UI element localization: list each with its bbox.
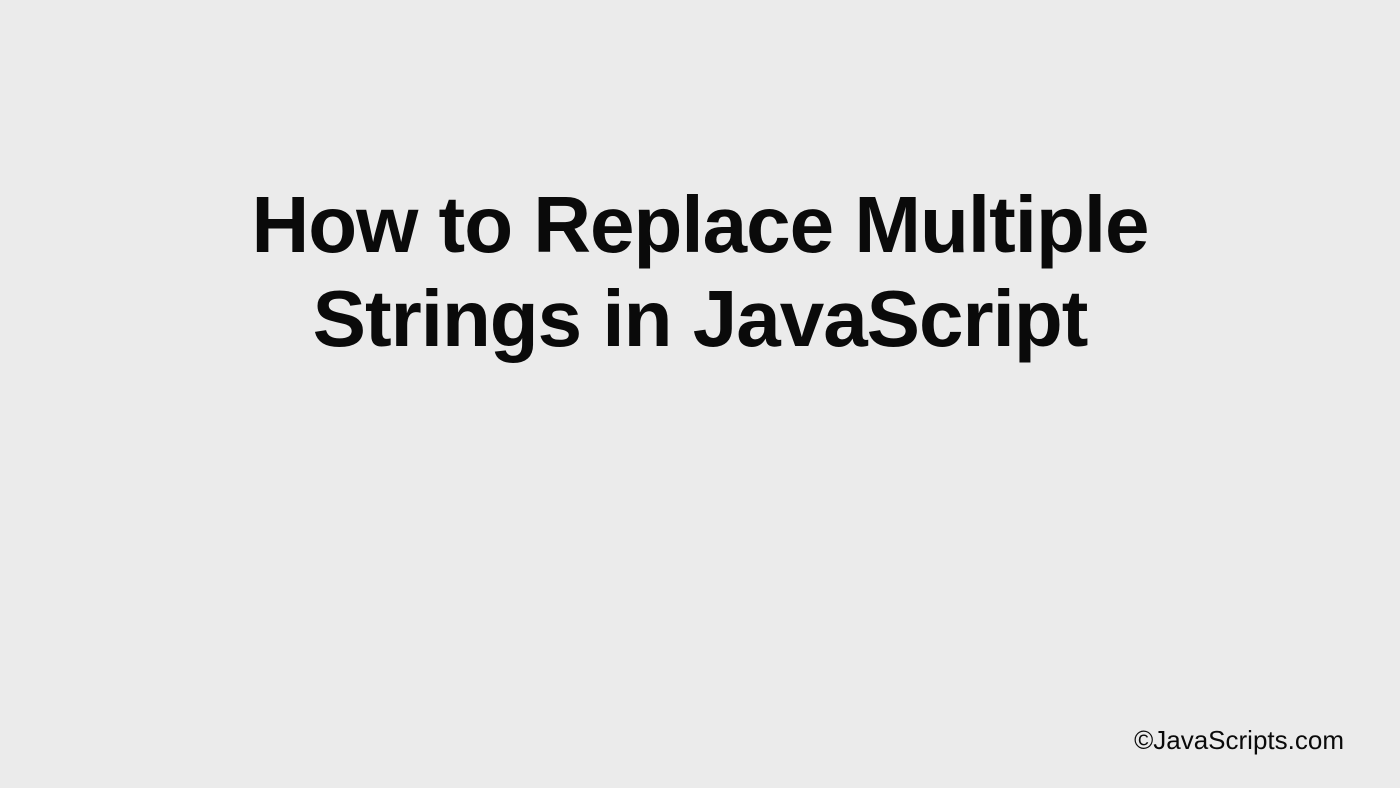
copyright-footer: ©JavaScripts.com <box>1134 725 1344 756</box>
page-title: How to Replace Multiple Strings in JavaS… <box>150 178 1250 367</box>
